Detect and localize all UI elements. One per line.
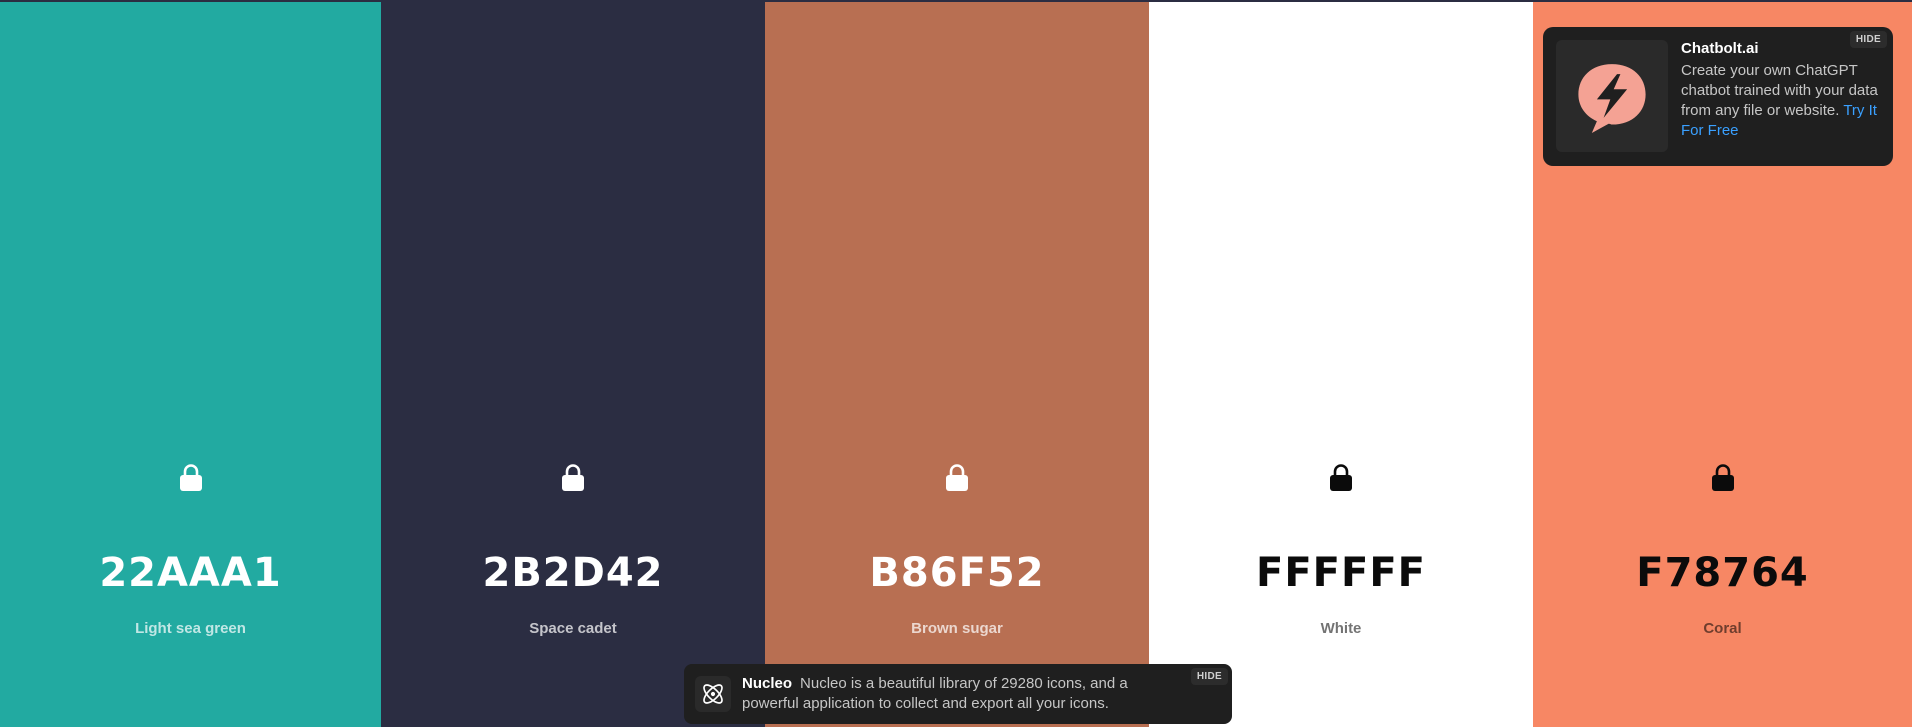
lock-icon[interactable] <box>179 464 203 492</box>
color-swatch[interactable]: 2B2D42 Space cadet <box>381 2 765 727</box>
hex-code[interactable]: F78764 <box>1533 550 1912 596</box>
top-border <box>0 0 1912 2</box>
color-swatch[interactable]: 22AAA1 Light sea green <box>0 2 381 727</box>
chat-bolt-icon[interactable] <box>1556 40 1668 152</box>
color-swatch[interactable]: FFFFFF White <box>1149 2 1533 727</box>
nucleo-ad-body: Nucleo is a beautiful library of 29280 i… <box>742 675 1128 712</box>
nucleo-ad[interactable]: Nucleo Nucleo is a beautiful library of 2… <box>684 664 1232 724</box>
ad-title: Chatbolt.ai <box>1681 40 1759 57</box>
lock-icon[interactable] <box>945 464 969 492</box>
ad-body: Create your own ChatGPT chatbot trained … <box>1681 61 1881 141</box>
hide-ad-button[interactable]: HIDE <box>1849 31 1887 48</box>
color-name: Coral <box>1703 620 1742 637</box>
atom-icon <box>695 676 731 712</box>
chatbolt-ad[interactable]: Chatbolt.ai Create your own ChatGPT chat… <box>1543 27 1893 166</box>
hide-ad-button[interactable]: HIDE <box>1190 668 1228 685</box>
nucleo-ad-text: Nucleo Nucleo is a beautiful library of 2… <box>742 674 1162 714</box>
lock-icon[interactable] <box>1329 464 1353 492</box>
hex-code[interactable]: B86F52 <box>765 550 1149 596</box>
hex-code[interactable]: 2B2D42 <box>381 550 765 596</box>
color-swatch[interactable]: B86F52 Brown sugar <box>765 2 1149 727</box>
color-name: White <box>1320 620 1362 637</box>
color-name: Brown sugar <box>911 620 1003 637</box>
color-name: Light sea green <box>135 620 246 637</box>
color-name: Space cadet <box>529 620 617 637</box>
lock-icon[interactable] <box>561 464 585 492</box>
lock-icon[interactable] <box>1711 464 1735 492</box>
hex-code[interactable]: FFFFFF <box>1149 550 1533 596</box>
hex-code[interactable]: 22AAA1 <box>0 550 381 596</box>
nucleo-brand: Nucleo <box>742 675 793 692</box>
